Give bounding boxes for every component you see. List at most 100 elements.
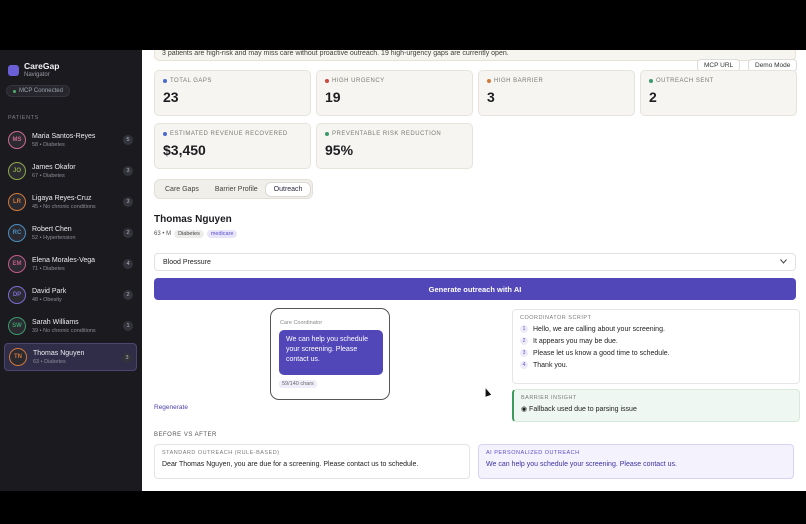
patient-info: Thomas Nguyen 63 • Diabetes	[33, 350, 84, 365]
sms-message-bubble: We can help you schedule your screening.…	[279, 330, 383, 375]
measure-select-value: Blood Pressure	[163, 258, 211, 266]
patient-info: Robert Chen 52 • Hypertension	[32, 226, 76, 241]
sidebar-patient-item[interactable]: DP David Park 48 • Obesity 2	[4, 281, 137, 309]
stat-dot-icon	[649, 79, 653, 83]
stat-label-text: HIGH BARRIER	[494, 78, 544, 84]
coordinator-script-card: COORDINATOR SCRIPT 1 Hello, we are calli…	[512, 309, 800, 384]
avatar: LR	[8, 193, 26, 211]
ai-outreach-card: AI PERSONALIZED OUTREACH We can help you…	[478, 444, 794, 479]
patient-item-meta: 39 • No chronic conditions	[32, 327, 96, 334]
step-number: 1	[520, 325, 528, 333]
phone-sender: Care Coordinator	[280, 320, 323, 326]
tab-bar: Care Gaps Barrier Profile Outreach	[154, 179, 314, 199]
gap-count-badge: 3	[122, 353, 132, 363]
generate-outreach-button[interactable]: Generate outreach with AI	[154, 278, 796, 300]
insurance-chip: medicare	[206, 230, 238, 238]
tab-barrier-profile[interactable]: Barrier Profile	[207, 183, 266, 196]
patient-meta: 63 • M Diabetes medicare	[154, 230, 238, 238]
sidebar-patient-item[interactable]: EM Elena Morales-Vega 71 • Diabetes 4	[4, 250, 137, 278]
condition-chip: Diabetes	[174, 230, 204, 238]
patient-item-name: Elena Morales-Vega	[32, 256, 96, 264]
avatar: EM	[8, 255, 26, 273]
stat-card: ESTIMATED REVENUE RECOVERED $3,450	[154, 123, 311, 169]
avatar: DP	[8, 286, 26, 304]
stat-value: 3	[487, 89, 495, 105]
gap-count-badge: 4	[123, 259, 133, 269]
sidebar-patient-item[interactable]: JO James Okafor 67 • Diabetes 3	[4, 157, 137, 185]
patient-info: David Park 48 • Obesity	[32, 288, 66, 303]
insight-label: BARRIER INSIGHT	[521, 395, 577, 401]
stat-label-text: ESTIMATED REVENUE RECOVERED	[170, 131, 288, 137]
phone-preview: Care Coordinator We can help you schedul…	[270, 308, 390, 400]
stat-label: PREVENTABLE RISK REDUCTION	[325, 131, 464, 137]
patient-item-name: Maria Santos-Reyes	[32, 132, 96, 140]
tab-care-gaps[interactable]: Care Gaps	[157, 183, 207, 196]
app-window: CareGap Navigator MCP Connected PATIENTS…	[0, 50, 806, 491]
stat-card: PREVENTABLE RISK REDUCTION 95%	[316, 123, 473, 169]
script-line: 2 It appears you may be due.	[520, 337, 792, 345]
regenerate-link[interactable]: Regenerate	[154, 404, 188, 411]
step-number: 4	[520, 361, 528, 369]
sidebar: CareGap Navigator MCP Connected PATIENTS…	[0, 50, 142, 491]
sidebar-patient-item[interactable]: MS Maria Santos-Reyes 58 • Diabetes 5	[4, 126, 137, 154]
stat-label-text: PREVENTABLE RISK REDUCTION	[332, 131, 442, 137]
avatar: RC	[8, 224, 26, 242]
stat-label-text: OUTREACH SENT	[656, 78, 714, 84]
before-after-label: BEFORE VS AFTER	[154, 432, 217, 438]
gap-count-badge: 1	[123, 321, 133, 331]
gap-count-badge: 2	[123, 290, 133, 300]
brand: CareGap Navigator	[8, 61, 59, 78]
standard-label: STANDARD OUTREACH (RULE-BASED)	[162, 450, 280, 456]
mcp-status-badge: MCP Connected	[6, 85, 70, 97]
stat-label: TOTAL GAPS	[163, 78, 302, 84]
patient-item-name: Ligaya Reyes-Cruz	[32, 194, 92, 202]
stat-label-text: HIGH URGENCY	[332, 78, 385, 84]
gap-count-badge: 3	[123, 166, 133, 176]
stat-label: HIGH URGENCY	[325, 78, 464, 84]
stat-card: HIGH URGENCY 19	[316, 70, 473, 116]
stat-card: TOTAL GAPS 23	[154, 70, 311, 116]
insight-text: ◉ Fallback used due to parsing issue	[521, 406, 637, 413]
step-number: 3	[520, 349, 528, 357]
patient-item-name: Thomas Nguyen	[33, 349, 85, 357]
ai-text: We can help you schedule your screening.…	[486, 461, 677, 468]
stat-label-text: TOTAL GAPS	[170, 78, 212, 84]
patient-item-name: David Park	[32, 287, 67, 295]
patient-info: James Okafor 67 • Diabetes	[32, 164, 76, 179]
sidebar-patient-item[interactable]: RC Robert Chen 52 • Hypertension 2	[4, 219, 137, 247]
patient-item-meta: 45 • No chronic conditions	[32, 203, 96, 210]
stat-value: 19	[325, 89, 341, 105]
stat-label: ESTIMATED REVENUE RECOVERED	[163, 131, 302, 137]
patient-item-meta: 67 • Diabetes	[32, 172, 65, 179]
patient-item-meta: 48 • Obesity	[32, 296, 62, 303]
sidebar-patient-item[interactable]: SW Sarah Williams 39 • No chronic condit…	[4, 312, 137, 340]
gap-count-badge: 5	[123, 135, 133, 145]
patient-item-meta: 58 • Diabetes	[32, 141, 65, 148]
tab-outreach[interactable]: Outreach	[265, 182, 311, 196]
patient-info: Ligaya Reyes-Cruz 45 • No chronic condit…	[32, 195, 96, 210]
stat-label: OUTREACH SENT	[649, 78, 788, 84]
patient-info: Sarah Williams 39 • No chronic condition…	[32, 319, 96, 334]
stat-dot-icon	[325, 79, 329, 83]
sidebar-patient-item[interactable]: TN Thomas Nguyen 63 • Diabetes 3	[4, 343, 137, 371]
patients-section-label: PATIENTS	[8, 115, 39, 121]
stat-card: HIGH BARRIER 3	[478, 70, 635, 116]
sidebar-patient-item[interactable]: LR Ligaya Reyes-Cruz 45 • No chronic con…	[4, 188, 137, 216]
gap-count-badge: 3	[123, 197, 133, 207]
script-line: 1 Hello, we are calling about your scree…	[520, 325, 792, 333]
stat-dot-icon	[163, 132, 167, 136]
stat-dot-icon	[325, 132, 329, 136]
stat-card: OUTREACH SENT 2	[640, 70, 797, 116]
logo-icon	[8, 65, 19, 76]
avatar: JO	[8, 162, 26, 180]
patient-info: Maria Santos-Reyes 58 • Diabetes	[32, 133, 95, 148]
standard-outreach-card: STANDARD OUTREACH (RULE-BASED) Dear Thom…	[154, 444, 470, 479]
patient-item-name: James Okafor	[32, 163, 76, 171]
script-label: COORDINATOR SCRIPT	[520, 315, 592, 321]
script-line-text: Thank you.	[533, 361, 568, 369]
patient-info: Elena Morales-Vega 71 • Diabetes	[32, 257, 95, 272]
patient-item-name: Sarah Williams	[32, 318, 79, 326]
measure-select[interactable]: Blood Pressure	[154, 253, 796, 271]
ai-label: AI PERSONALIZED OUTREACH	[486, 450, 580, 456]
stat-value: $3,450	[163, 142, 206, 158]
